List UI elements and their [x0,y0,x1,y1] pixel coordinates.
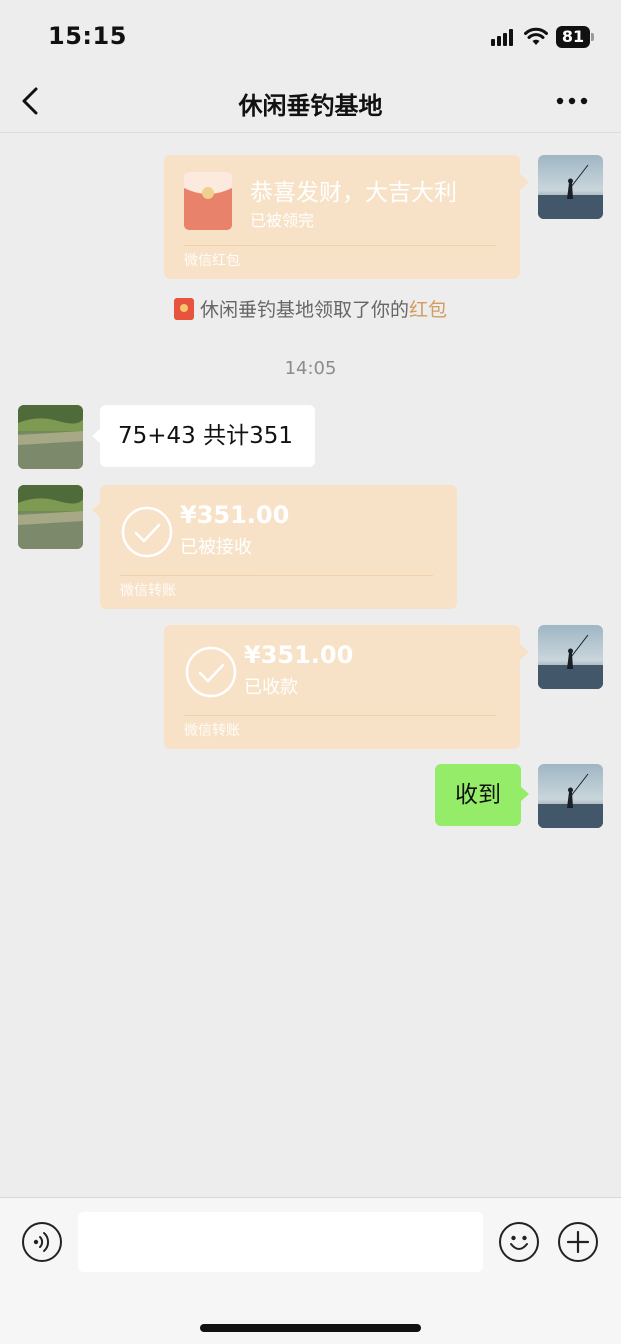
red-packet-status: 已被领完 [250,211,315,230]
message-input[interactable] [78,1212,483,1272]
fisherman-photo [538,764,603,828]
incoming-text-bubble[interactable]: 75+43 共计351 [100,405,315,467]
my-avatar[interactable] [538,625,603,689]
transfer-status: 已被接收 [180,537,252,558]
contact-avatar[interactable] [18,405,83,469]
transfer-footer: 微信转账 [184,715,496,749]
voice-button[interactable] [22,1222,62,1262]
plus-icon [566,1230,590,1254]
red-packet-link[interactable]: 红包 [409,299,447,321]
bubble-tail [520,174,529,190]
transfer-accepted-card[interactable]: ¥351.00 已收款 微信转账 [164,625,520,749]
voice-icon [33,1232,50,1252]
more-icon[interactable] [556,96,588,106]
home-indicator [200,1324,421,1332]
input-bar [0,1197,621,1344]
bubble-tail [520,644,529,660]
pond-photo [18,405,83,469]
emoji-icon [510,1235,528,1250]
transfer-footer: 微信转账 [120,575,433,609]
transfer-amount: ¥351.00 [244,641,354,669]
system-notice: 休闲垂钓基地领取了你的红包 [0,295,621,322]
chat-title: 休闲垂钓基地 [238,92,383,120]
plus-button[interactable] [558,1222,598,1262]
wifi-icon [524,27,548,45]
system-notice-text: 休闲垂钓基地领取了你的 [199,299,409,321]
red-packet-mini-icon [173,298,194,320]
fisherman-photo [538,155,603,219]
outgoing-text-bubble[interactable]: 收到 [435,764,521,826]
battery-cap [591,33,594,41]
contact-avatar[interactable] [18,485,83,549]
red-packet-card[interactable]: 恭喜发财，大吉大利 已被领完 微信红包 [164,155,520,279]
status-bar: 15:15 81 [0,0,621,70]
battery-indicator: 81 [556,26,590,48]
bubble-tail [520,786,529,802]
my-avatar[interactable] [538,764,603,828]
chat-header: 休闲垂钓基地 [0,70,621,133]
status-time: 15:15 [48,22,127,50]
red-packet-icon [184,172,232,230]
message-timestamp: 14:05 [284,358,337,379]
transfer-status: 已收款 [244,677,298,698]
cellular-signal-icon [491,28,517,46]
pond-photo [18,485,83,549]
my-avatar[interactable] [538,155,603,219]
transfer-received-card[interactable]: ¥351.00 已被接收 微信转账 [100,485,457,609]
check-circle-icon [185,646,237,698]
red-packet-footer: 微信红包 [184,245,496,279]
emoji-button[interactable] [499,1222,539,1262]
fisherman-photo [538,625,603,689]
check-circle-icon [121,506,173,558]
red-packet-greeting: 恭喜发财，大吉大利 [250,180,457,206]
transfer-amount: ¥351.00 [180,501,290,529]
